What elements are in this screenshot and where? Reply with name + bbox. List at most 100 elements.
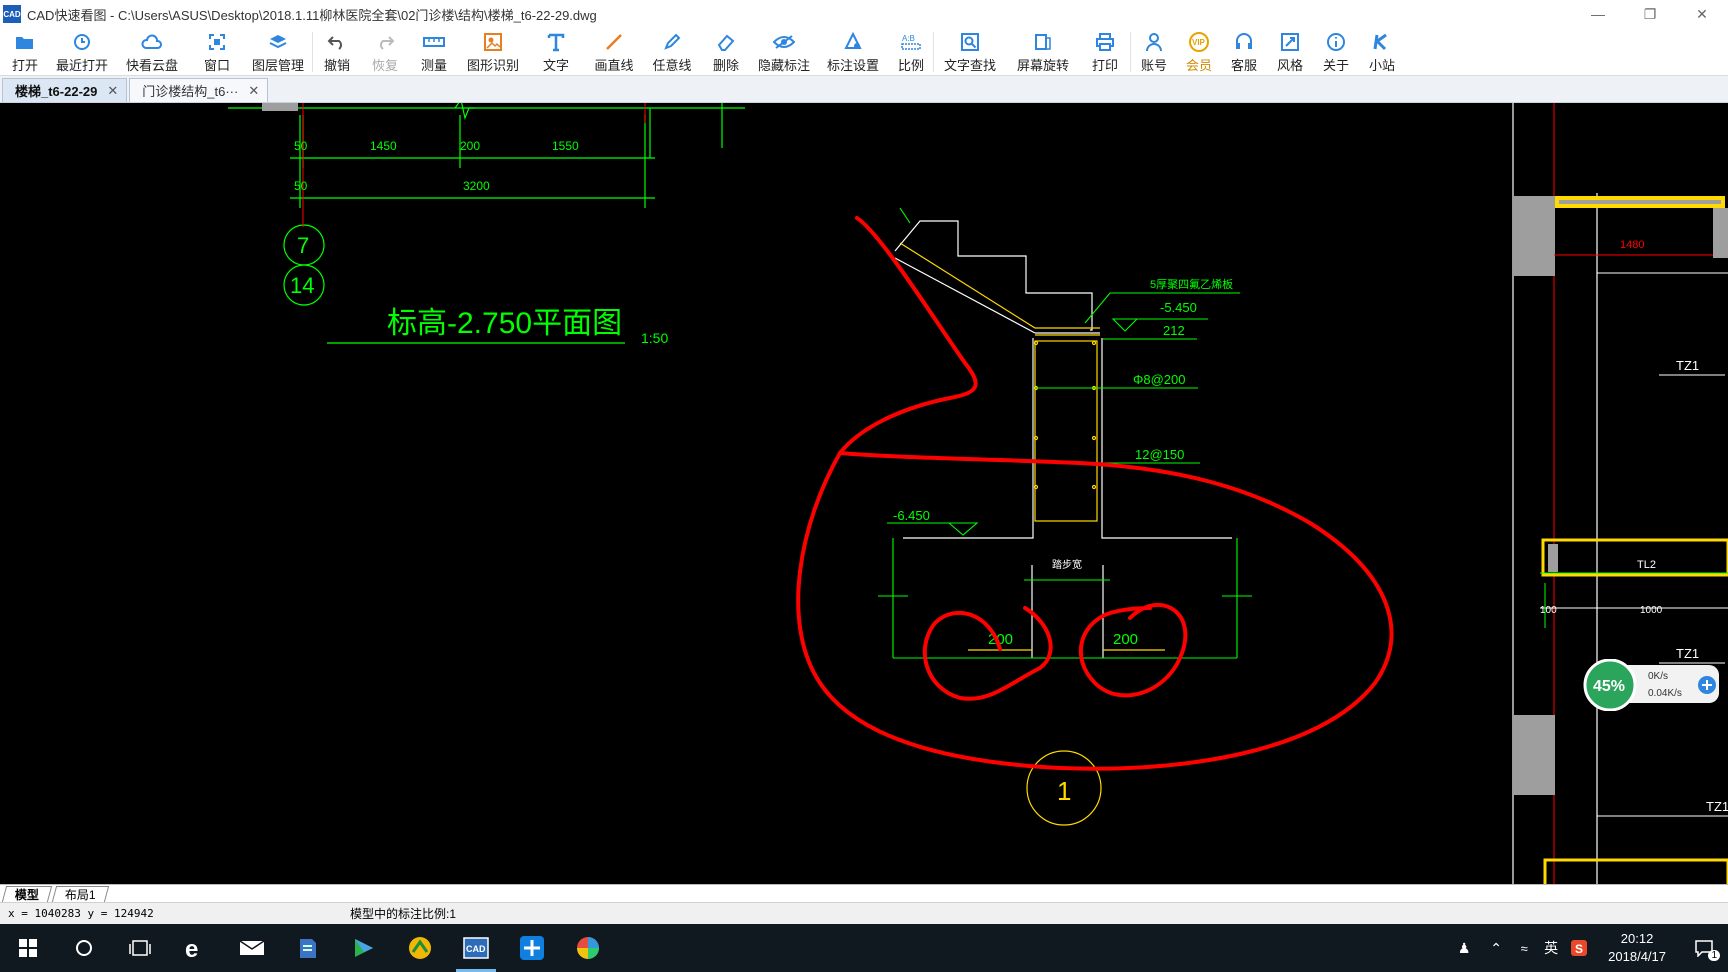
- open-button[interactable]: 打开: [0, 28, 50, 74]
- tab-label: 门诊楼结构_t6···: [142, 84, 239, 99]
- clock[interactable]: 20:12 2018/4/17: [1594, 930, 1680, 966]
- column-block: [262, 103, 298, 111]
- annotation-settings-button[interactable]: 标注设置: [817, 28, 889, 74]
- document-tabbar: 楼梯_t6-22-29 ✕ 门诊楼结构_t6··· ✕: [0, 76, 1728, 103]
- ime-indicator[interactable]: 英: [1538, 938, 1564, 958]
- close-icon[interactable]: ✕: [1676, 0, 1728, 28]
- service-button[interactable]: 客服: [1221, 28, 1267, 74]
- people-icon[interactable]: ♟: [1446, 940, 1482, 957]
- delete-button[interactable]: 删除: [701, 28, 751, 74]
- svg-text:A:B: A:B: [902, 34, 915, 43]
- toolbar-label: 任意线: [652, 58, 692, 73]
- tab-model[interactable]: 模型: [1, 886, 53, 902]
- task-view-button[interactable]: [112, 924, 168, 972]
- sogou-icon[interactable]: S: [1564, 940, 1594, 956]
- hide-annotation-button[interactable]: 隐藏标注: [751, 28, 817, 74]
- tab-label: 楼梯_t6-22-29: [15, 84, 98, 99]
- svg-text:VIP: VIP: [1192, 38, 1206, 47]
- text-icon: [544, 31, 568, 53]
- redo-button[interactable]: 恢复: [361, 28, 409, 74]
- eye-icon: [772, 31, 796, 53]
- right-dim-100: 100: [1540, 605, 1557, 616]
- tab-outpatient-structure[interactable]: 门诊楼结构_t6··· ✕: [129, 78, 269, 102]
- pinwheel-icon: [577, 937, 599, 959]
- toolbar-label: 账号: [1140, 58, 1167, 73]
- windows-icon: [19, 939, 37, 957]
- shape-recognize-icon: [481, 31, 505, 53]
- undo-button[interactable]: 撤销: [313, 28, 361, 74]
- window-button[interactable]: 窗口: [190, 28, 244, 74]
- close-icon[interactable]: ✕: [248, 83, 259, 99]
- user-icon: [1142, 31, 1166, 53]
- minimize-icon[interactable]: —: [1572, 0, 1624, 28]
- print-button[interactable]: 打印: [1080, 28, 1130, 74]
- svg-text:e: e: [185, 936, 198, 960]
- cloud-button[interactable]: 快看云盘: [114, 28, 190, 74]
- cad-app-button[interactable]: CAD: [448, 924, 504, 972]
- cursor-coordinates: x = 1040283 y = 124942: [8, 907, 154, 920]
- scale-icon: A:B: [899, 31, 923, 53]
- style-icon: [1278, 31, 1302, 53]
- notification-icon[interactable]: 1: [1680, 939, 1728, 961]
- draw-line-button[interactable]: 画直线: [585, 28, 643, 74]
- window-title: CAD快速看图 - C:\Users\ASUS\Desktop\2018.1.1…: [27, 7, 597, 23]
- svg-text:S: S: [1575, 942, 1583, 956]
- toolbar-label: 图层管理: [251, 58, 304, 73]
- close-icon[interactable]: ✕: [107, 83, 118, 99]
- station-button[interactable]: 小站: [1359, 28, 1405, 74]
- restore-icon[interactable]: ❐: [1624, 0, 1676, 28]
- toolbar-label: 快看云盘: [125, 58, 178, 73]
- folder-open-icon: [13, 31, 37, 53]
- rebar-main: 12@150: [1135, 447, 1184, 462]
- app-button[interactable]: [504, 924, 560, 972]
- dim-text: 200: [460, 139, 480, 153]
- toolbar-label: 最近打开: [55, 58, 108, 73]
- shape-recognize-button[interactable]: 图形识别: [459, 28, 527, 74]
- search-button[interactable]: [56, 924, 112, 972]
- vip-button[interactable]: VIP 会员: [1177, 28, 1221, 74]
- scale-button[interactable]: A:B 比例: [889, 28, 933, 74]
- k-logo-icon: [1370, 31, 1394, 53]
- browser-button[interactable]: [392, 924, 448, 972]
- drawing-canvas[interactable]: 50 1450 200 1550 50 3200 7 14 标高-2.750平面…: [0, 103, 1728, 884]
- measure-button[interactable]: 测量: [409, 28, 459, 74]
- photos-button[interactable]: [560, 924, 616, 972]
- right-tz1-a: TZ1: [1676, 358, 1699, 373]
- mail-button[interactable]: [224, 924, 280, 972]
- toolbar-label: 屏幕旋转: [1016, 58, 1069, 73]
- text-search-button[interactable]: 文字查找: [934, 28, 1006, 74]
- dim-text: 50: [294, 179, 308, 193]
- video-button[interactable]: [336, 924, 392, 972]
- tab-layout1[interactable]: 布局1: [51, 886, 109, 902]
- account-button[interactable]: 账号: [1131, 28, 1177, 74]
- axis-label: 7: [297, 233, 309, 258]
- rotate-button[interactable]: 屏幕旋转: [1006, 28, 1080, 74]
- right-dim-1000: 1000: [1640, 605, 1663, 616]
- text-button[interactable]: 文字: [527, 28, 585, 74]
- plan-title: 标高-2.750平面图: [387, 307, 622, 340]
- svg-text:CAD: CAD: [466, 944, 486, 954]
- wifi-icon[interactable]: ≈: [1510, 941, 1538, 956]
- elev-top: -5.450: [1160, 300, 1197, 315]
- layers-button[interactable]: 图层管理: [244, 28, 312, 74]
- right-dim-1480: 1480: [1620, 239, 1644, 251]
- tab-label: 模型: [14, 888, 39, 902]
- main-toolbar: 打开 最近打开 快看云盘 窗口 图层管理 撤销 恢复 测量 图形识别 文字 画直…: [0, 28, 1728, 76]
- net-percent: 45%: [1593, 678, 1625, 695]
- tab-stairs[interactable]: 楼梯_t6-22-29 ✕: [2, 78, 128, 102]
- line-icon: [602, 31, 626, 53]
- files-button[interactable]: [280, 924, 336, 972]
- clock-icon: [70, 31, 94, 53]
- about-button[interactable]: 关于: [1313, 28, 1359, 74]
- freehand-button[interactable]: 任意线: [643, 28, 701, 74]
- chevron-up-icon[interactable]: ⌃: [1482, 940, 1510, 957]
- dim-212: 212: [1163, 323, 1185, 338]
- start-button[interactable]: [0, 924, 56, 972]
- title-bar: CAD CAD快速看图 - C:\Users\ASUS\Desktop\2018…: [0, 0, 1728, 28]
- network-speed-widget[interactable]: 45% 0K/s 0.04K/s: [1583, 659, 1723, 711]
- style-button[interactable]: 风格: [1267, 28, 1313, 74]
- toolbar-label: 客服: [1230, 58, 1257, 73]
- recent-button[interactable]: 最近打开: [50, 28, 114, 74]
- callout-note: 5厚聚四氟乙烯板: [1150, 277, 1233, 291]
- edge-button[interactable]: e: [168, 924, 224, 972]
